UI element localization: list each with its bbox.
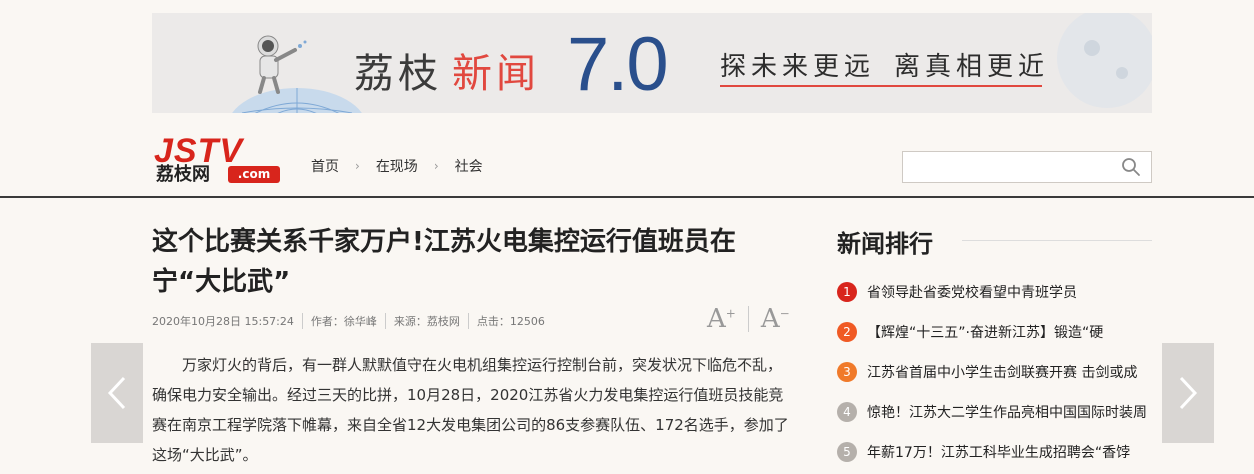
ranking-item-text: 惊艳！江苏大二学生作品亮相中国国际时装周 [867, 405, 1147, 421]
search-box [902, 151, 1152, 183]
article-clicks: 点击：12506 [467, 313, 553, 329]
ranking-title-rule [962, 240, 1152, 241]
top-banner[interactable]: 荔枝 新闻 7.0 探未来更远 离真相更近 [152, 13, 1152, 113]
ranking-item[interactable]: 5 年薪17万！江苏工科毕业生成招聘会“香饽 [837, 432, 1152, 472]
logo-domain-badge: .com [228, 166, 280, 183]
site-logo[interactable]: JSTV 荔枝网 .com [152, 133, 287, 187]
logo-chinese: 荔枝网 [156, 164, 210, 185]
ranking-title: 新闻排行 [837, 230, 933, 258]
banner-brand-part1: 荔枝 [354, 51, 442, 97]
article-source: 来源：荔枝网 [384, 313, 468, 329]
font-increase-button[interactable]: A+ [707, 304, 736, 334]
article-meta: 2020年10月28日 15:57:24 作者：徐华峰 来源：荔枝网 点击：12… [152, 313, 553, 329]
ranking-item[interactable]: 3 江苏省首届中小学生击剑联赛开赛 击剑或成 [837, 352, 1152, 392]
banner-version: 7.0 [567, 22, 669, 107]
banner-underline [720, 85, 1042, 87]
article-date: 2020年10月28日 15:57:24 [152, 315, 294, 328]
ranking-list: 1 省领导赴省委党校看望中青班学员 2 【辉煌“十三五”·奋进新江苏】锻造“硬 … [837, 272, 1152, 472]
banner-slogan-2: 离真相更近 [894, 52, 1050, 82]
chevron-right-icon: › [355, 159, 360, 173]
ranking-item-text: 年薪17万！江苏工科毕业生成招聘会“香饽 [867, 445, 1131, 461]
next-article-button[interactable] [1162, 343, 1214, 443]
search-input[interactable] [911, 152, 1115, 182]
ranking-item[interactable]: 4 惊艳！江苏大二学生作品亮相中国国际时装周 [837, 392, 1152, 432]
chevron-right-icon [1179, 376, 1198, 410]
rank-badge: 5 [837, 442, 857, 462]
moon-illustration [1057, 13, 1152, 108]
ranking-item-text: 【辉煌“十三五”·奋进新江苏】锻造“硬 [867, 325, 1104, 341]
article-author: 作者：徐华峰 [301, 313, 385, 329]
prev-article-button[interactable] [91, 343, 143, 443]
ranking-item[interactable]: 2 【辉煌“十三五”·奋进新江苏】锻造“硬 [837, 312, 1152, 352]
breadcrumb-society[interactable]: 社会 [455, 156, 483, 176]
rank-badge: 4 [837, 402, 857, 422]
banner-slogan-1: 探未来更远 [720, 52, 876, 82]
font-size-controls: A+ A− [707, 304, 790, 334]
breadcrumb-on-site[interactable]: 在现场 [376, 156, 418, 176]
breadcrumb: 首页 › 在现场 › 社会 [311, 156, 483, 176]
chevron-left-icon [107, 376, 126, 410]
breadcrumb-home[interactable]: 首页 [311, 156, 339, 176]
ranking-item-text: 省领导赴省委党校看望中青班学员 [867, 285, 1077, 301]
font-controls-separator [747, 306, 749, 332]
banner-brand-part2: 新闻 [452, 51, 540, 97]
ranking-item-text: 江苏省首届中小学生击剑联赛开赛 击剑或成 [867, 365, 1138, 381]
ranking-item[interactable]: 1 省领导赴省委党校看望中青班学员 [837, 272, 1152, 312]
rank-badge: 2 [837, 322, 857, 342]
search-icon[interactable] [1121, 157, 1141, 177]
rank-badge: 1 [837, 282, 857, 302]
chevron-right-icon: › [433, 159, 439, 173]
article-paragraph: 万家灯火的背后，有一群人默默值守在火电机组集控运行控制台前，突发状况下临危不乱，… [152, 356, 789, 464]
astronaut-illustration [257, 35, 307, 94]
article-title: 这个比赛关系千家万户!江苏火电集控运行值班员在宁“大比武” [152, 227, 736, 297]
rank-badge: 3 [837, 362, 857, 382]
font-decrease-button[interactable]: A− [761, 304, 790, 334]
header-divider [0, 196, 1254, 198]
